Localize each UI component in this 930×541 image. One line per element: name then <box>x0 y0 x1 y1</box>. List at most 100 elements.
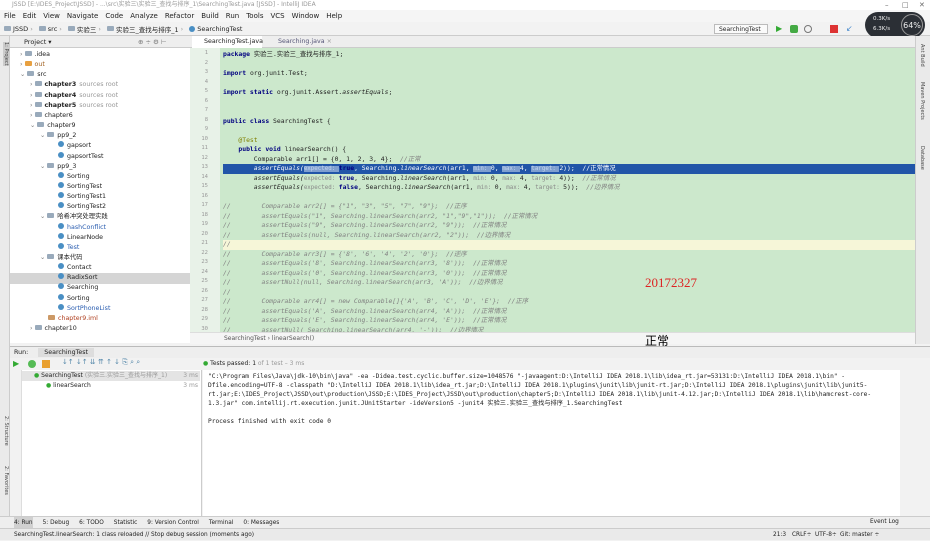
chevron-down-icon[interactable]: ⌄ <box>30 122 37 129</box>
tree-item[interactable]: SortingTest1 <box>10 192 190 203</box>
database-tool-button[interactable]: Database <box>919 146 925 170</box>
tree-item[interactable]: › chapter6 <box>10 111 190 122</box>
tree-item[interactable]: Test <box>10 242 190 254</box>
tool-tab-terminal[interactable]: Terminal <box>209 517 234 528</box>
tool-tab-todo[interactable]: 6: TODO <box>79 517 104 528</box>
chevron-right-icon[interactable]: › <box>30 81 35 88</box>
tab-searchingtest-java[interactable]: SearchingTest.java × <box>192 36 263 57</box>
tool-tab-debug[interactable]: 5: Debug <box>43 517 70 528</box>
tree-item[interactable]: ⌄ 哈希冲突处理实践 <box>10 212 190 223</box>
code-line[interactable]: // assertEquals('8', Searching.linearSea… <box>223 259 915 269</box>
tree-item[interactable]: Sorting <box>10 293 190 305</box>
tool-tab-messages[interactable]: 0: Messages <box>243 517 279 528</box>
chevron-right-icon[interactable]: › <box>20 61 25 68</box>
tree-item[interactable]: ⌄ src <box>10 70 190 81</box>
tree-item[interactable]: Searching <box>10 283 190 294</box>
tree-item[interactable]: ⌄ pp9_3 <box>10 162 190 173</box>
code-line[interactable]: // Comparable arr3[] = {'8', '6', '4', '… <box>223 250 915 260</box>
run-config-select[interactable]: SearchingTest <box>714 24 768 34</box>
tree-item[interactable]: gapsortTest <box>10 151 190 163</box>
tree-item[interactable]: hashConflict <box>10 222 190 234</box>
git-branch[interactable]: Git: master ÷ <box>840 529 879 541</box>
run-console[interactable]: "C:\Program Files\Java\jdk-10\bin\java" … <box>203 370 900 516</box>
menu-navigate[interactable]: Navigate <box>67 10 98 22</box>
tree-item[interactable]: SortPhoneList <box>10 303 190 315</box>
maven-projects-tool-button[interactable]: Maven Projects <box>919 82 925 120</box>
code-line[interactable]: // assertEquals("9", Searching.linearSea… <box>223 221 915 231</box>
tree-item[interactable]: ⌄ chapter9 <box>10 121 190 132</box>
tab-searching-java[interactable]: Searching.java × <box>266 36 332 48</box>
code-line[interactable]: // assertNull(null, Searching.linearSear… <box>223 278 915 288</box>
menu-run[interactable]: Run <box>226 10 239 22</box>
minimize-button[interactable]: – <box>885 1 889 9</box>
code-editor[interactable]: 1 2 3 4 5 6 7 8 9 10 11 12 13 14 15 16 17 18 19 20 21 22 23 24 2… <box>190 48 915 332</box>
panel-tool-icons[interactable]: ⊕ ÷ ⚙ ⊢ <box>138 36 167 48</box>
favorites-tool-button[interactable]: 2: Favorites <box>3 466 9 495</box>
maximize-button[interactable]: □ <box>902 1 909 9</box>
chevron-right-icon[interactable]: › <box>30 325 35 332</box>
code-line[interactable]: assertEquals(expected: false, Searching.… <box>223 183 915 193</box>
code-line[interactable] <box>223 79 915 89</box>
project-tool-button[interactable]: 1: Project <box>3 42 9 66</box>
tree-item[interactable]: Sorting <box>10 171 190 183</box>
code-line[interactable]: // Comparable arr4[] = new Comparable[]{… <box>223 297 915 307</box>
code-line[interactable]: assertEquals(expected: true, Searching.l… <box>223 164 915 174</box>
code-line[interactable]: // assertEquals("1", Searching.linearSea… <box>223 212 915 222</box>
code-line[interactable] <box>223 98 915 108</box>
editor-breadcrumb[interactable]: SearchingTest › linearSearch() <box>190 332 915 344</box>
code-line[interactable]: public void linearSearch() { <box>223 145 915 155</box>
tree-item[interactable]: › chapter10 <box>10 324 190 335</box>
tree-item[interactable]: › .idea <box>10 50 190 61</box>
run-icon[interactable]: ▶ <box>776 25 784 33</box>
nav-crumb[interactable]: SearchingTest <box>189 25 242 33</box>
tree-item[interactable]: ⌄ pp9_2 <box>10 131 190 142</box>
code-line[interactable]: public class SearchingTest { <box>223 117 915 127</box>
debug-icon[interactable] <box>790 25 798 33</box>
line-separator[interactable]: CRLF÷ <box>792 529 812 541</box>
tree-item[interactable]: LinearNode <box>10 232 190 244</box>
menu-edit[interactable]: Edit <box>23 10 37 22</box>
tree-item[interactable]: ⌄ 课本代码 <box>10 253 190 264</box>
coverage-icon[interactable] <box>804 25 812 33</box>
chevron-right-icon[interactable]: › <box>30 112 35 119</box>
tree-item[interactable]: › out <box>10 60 190 71</box>
tree-item[interactable]: gapsort <box>10 141 190 152</box>
ant-build-tool-button[interactable]: Ant Build <box>919 44 925 67</box>
menu-code[interactable]: Code <box>105 10 123 22</box>
caret-position[interactable]: 21:3 <box>773 529 786 541</box>
code-line[interactable] <box>223 193 915 203</box>
code-line[interactable]: // <box>223 240 915 250</box>
menu-help[interactable]: Help <box>326 10 342 22</box>
tool-tab-versioncontrol[interactable]: 9: Version Control <box>147 517 199 528</box>
menu-vcs[interactable]: VCS <box>270 10 284 22</box>
code-line[interactable]: // Comparable arr2[] = {"1", "3", "5", "… <box>223 202 915 212</box>
nav-crumb[interactable]: 实验三_查找与排序_1 › <box>107 24 183 34</box>
menu-refactor[interactable]: Refactor <box>165 10 194 22</box>
tree-item[interactable]: SortingTest2 <box>10 202 190 213</box>
tree-item[interactable]: RadixSort <box>10 273 190 284</box>
vcs-update-icon[interactable]: ↙ <box>846 25 854 33</box>
menu-tools[interactable]: Tools <box>246 10 263 22</box>
structure-tool-button[interactable]: 2: Structure <box>3 416 9 446</box>
code-line[interactable] <box>223 107 915 117</box>
code-line[interactable]: import static org.junit.Assert.assertEqu… <box>223 88 915 98</box>
tree-item[interactable]: › chapter4 sources root <box>10 91 190 102</box>
show-passed-icon[interactable] <box>28 360 36 368</box>
tool-tab-run[interactable]: 4: Run <box>14 517 33 528</box>
nav-crumb[interactable]: 实验三 › <box>67 24 101 34</box>
code-line[interactable]: // assertEquals('E', Searching.linearSea… <box>223 316 915 326</box>
chevron-down-icon[interactable]: ⌄ <box>40 132 47 139</box>
menu-view[interactable]: View <box>43 10 60 22</box>
code-line[interactable] <box>223 60 915 70</box>
code-line[interactable]: Comparable arr1[] = {0, 1, 2, 3, 4}; //正… <box>223 155 915 165</box>
run-tab[interactable]: SearchingTest <box>38 348 94 357</box>
test-suite-row[interactable]: ● SearchingTest (实验三.实验三_查找与排序_1) 3 ms <box>22 371 200 381</box>
tool-tab-statistic[interactable]: Statistic <box>114 517 137 528</box>
tree-item[interactable]: chapter9.iml <box>10 314 190 325</box>
tree-item[interactable]: Contact <box>10 263 190 274</box>
code-line[interactable]: import org.junit.Test; <box>223 69 915 79</box>
show-ignored-icon[interactable] <box>42 360 50 368</box>
sort-icons[interactable]: ↓↑ ↓↑ ⇊ ⇈ ↑ ↓ ⎘ ⌕ ⌕ <box>62 358 140 367</box>
tree-item[interactable]: SortingTest <box>10 181 190 193</box>
project-view-selector[interactable]: Project ▾ <box>24 38 52 46</box>
